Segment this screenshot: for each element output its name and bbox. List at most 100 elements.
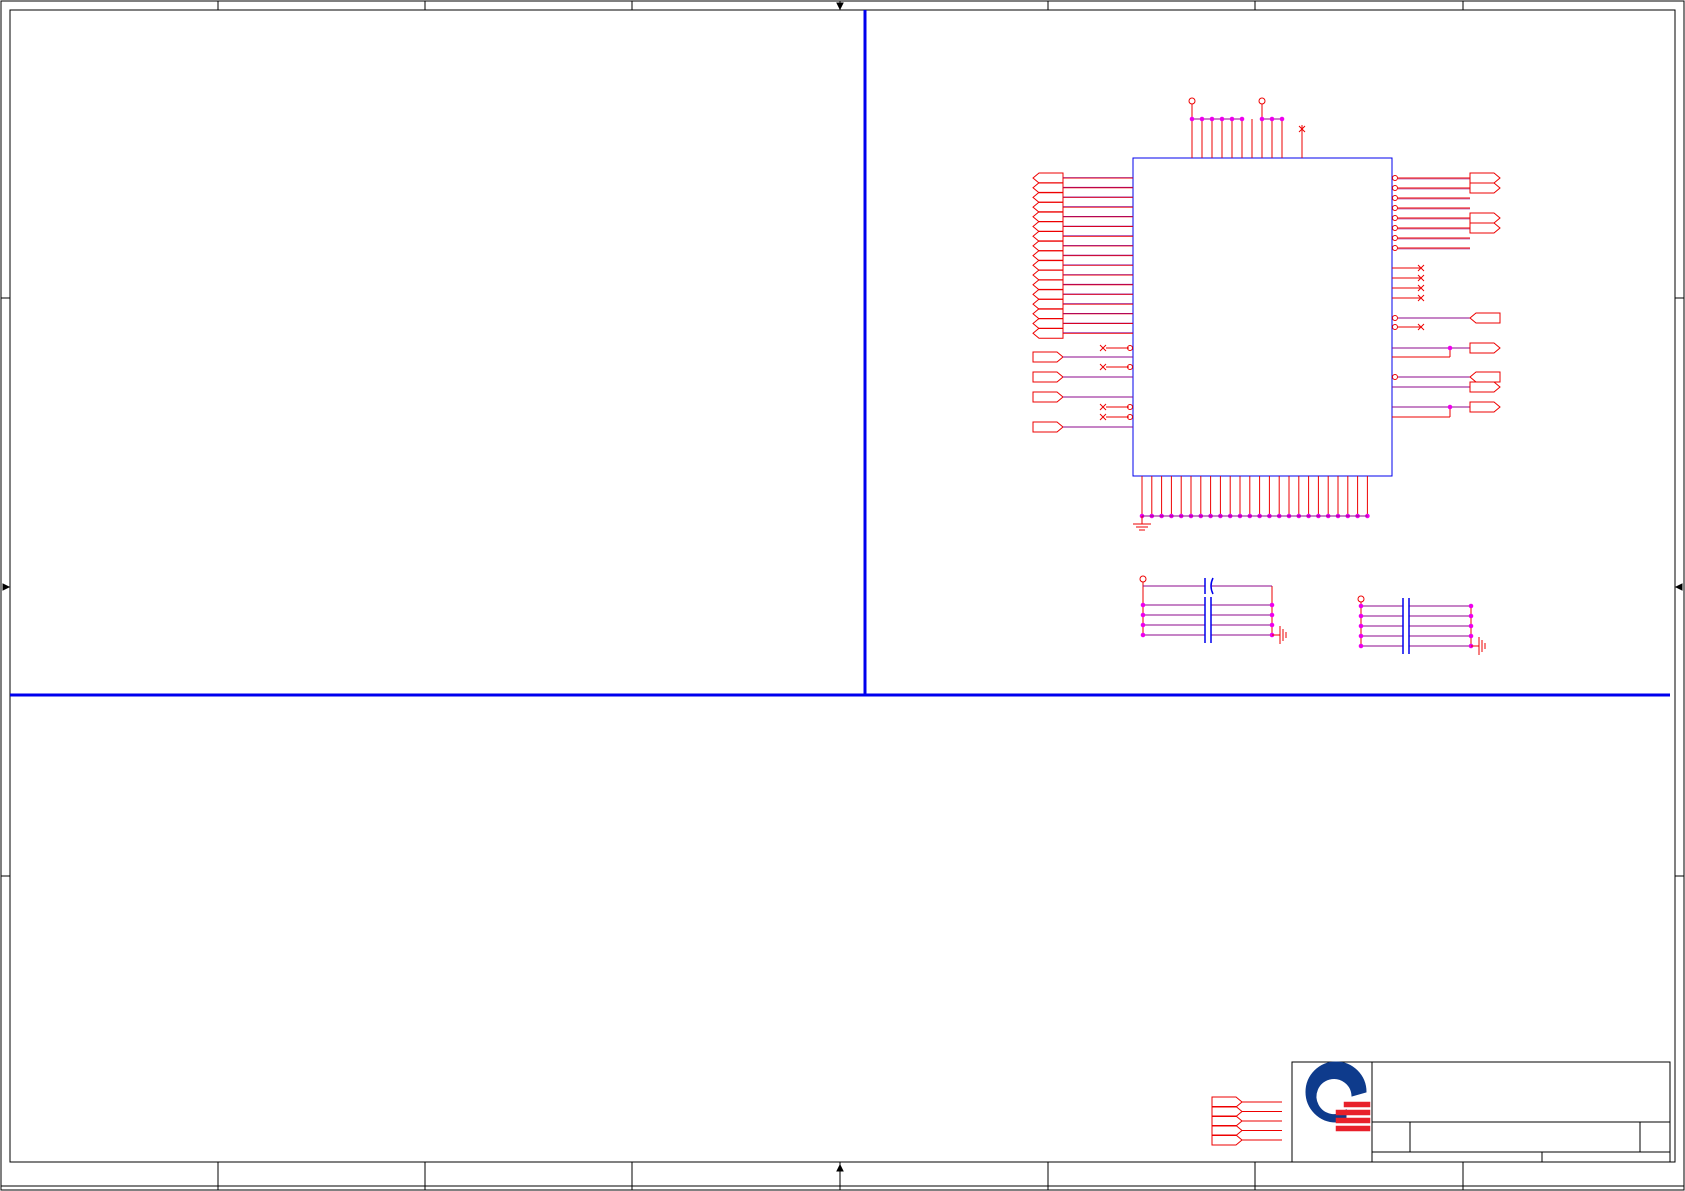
junction-dot xyxy=(1358,623,1364,629)
ic-chip[interactable] xyxy=(1132,157,1393,477)
logo-stripe xyxy=(1335,1109,1371,1116)
junction-dot xyxy=(1468,623,1474,629)
right-port-connector xyxy=(1469,212,1501,224)
logo-stripe xyxy=(1343,1101,1371,1108)
junction-dot xyxy=(1219,116,1225,122)
power-flag-icon xyxy=(1357,595,1365,603)
decoupling-capacitors xyxy=(1139,575,1486,655)
right-port-connector xyxy=(1469,172,1501,184)
power-flag-icon xyxy=(1139,575,1147,583)
inner-border xyxy=(9,9,1676,1163)
inverted-pin-icon xyxy=(1392,185,1398,191)
sheet-frame xyxy=(0,0,1685,1191)
no-connect-icon xyxy=(1099,403,1107,411)
left-port-connector xyxy=(1032,191,1064,203)
no-connect-icon xyxy=(1099,344,1107,352)
junction-dot xyxy=(1279,116,1285,122)
junction-dot xyxy=(1358,633,1364,639)
schematic-sheet xyxy=(0,0,1685,1191)
frame-arrow-left xyxy=(2,583,11,591)
left-port-connector xyxy=(1032,182,1064,194)
frame-arrow-top xyxy=(836,2,844,11)
junction-dot xyxy=(1269,602,1275,608)
junction-dot xyxy=(1468,633,1474,639)
capacitor-bank xyxy=(1139,575,1287,644)
left-port-connector xyxy=(1032,240,1064,252)
junction-dot xyxy=(1447,345,1453,351)
power-flag-icon xyxy=(1258,97,1266,105)
right-port-connector xyxy=(1469,381,1501,393)
title-block-port xyxy=(1211,1106,1243,1117)
junction-dot xyxy=(1447,404,1453,410)
junction-dot xyxy=(1140,622,1146,628)
inverted-pin-icon xyxy=(1392,205,1398,211)
inverted-pin-icon xyxy=(1392,175,1398,181)
left-port-connector xyxy=(1032,288,1064,300)
ground-symbol-icon xyxy=(1133,516,1151,531)
junction-dot xyxy=(1468,603,1474,609)
junction-dot xyxy=(1358,643,1364,649)
right-side-pins xyxy=(1392,172,1501,418)
junction-dot xyxy=(1358,613,1364,619)
inverted-pin-icon xyxy=(1392,235,1398,241)
right-port-connector xyxy=(1469,342,1501,354)
right-port-connector xyxy=(1469,371,1501,383)
right-port-connector xyxy=(1469,182,1501,194)
frame-arrow-right xyxy=(1674,583,1683,591)
power-flag-icon xyxy=(1188,97,1196,105)
junction-dot xyxy=(1468,613,1474,619)
inverted-pin-icon xyxy=(1392,315,1398,321)
title-block-ports xyxy=(1211,1096,1282,1146)
left-input-port xyxy=(1032,371,1064,383)
left-port-connector xyxy=(1032,250,1064,262)
left-port-connector xyxy=(1032,279,1064,291)
junction-dot xyxy=(1229,116,1235,122)
inverted-pin-icon xyxy=(1392,195,1398,201)
left-port-connector xyxy=(1032,230,1064,242)
junction-dot xyxy=(1140,632,1146,638)
section-dividers xyxy=(10,10,1670,697)
title-block-port xyxy=(1211,1096,1243,1108)
frame-arrow-bottom xyxy=(836,1163,844,1172)
junction-dot xyxy=(1269,116,1275,122)
no-connect-icon xyxy=(1099,363,1107,371)
junction-dot xyxy=(1140,602,1146,608)
junction-dot xyxy=(1259,116,1265,122)
inverted-pin-icon xyxy=(1392,215,1398,221)
title-block-port xyxy=(1211,1115,1243,1127)
outer-border xyxy=(0,0,1685,1191)
ground-symbol-icon xyxy=(1471,637,1486,655)
left-port-connector xyxy=(1032,211,1064,223)
right-port-connector xyxy=(1469,401,1501,413)
junction-dot xyxy=(1189,116,1195,122)
left-port-connector xyxy=(1032,327,1064,339)
power-pins-top xyxy=(1188,97,1306,158)
left-port-connectors xyxy=(1032,172,1133,433)
junction-dot xyxy=(1269,612,1275,618)
left-port-connector xyxy=(1032,308,1064,320)
company-logo-icon xyxy=(1305,1061,1371,1132)
junction-dot xyxy=(1358,603,1364,609)
right-port-connector xyxy=(1469,222,1501,234)
junction-dot xyxy=(1269,622,1275,628)
left-port-connector xyxy=(1032,259,1064,271)
right-port-connector xyxy=(1469,312,1501,324)
chip-body xyxy=(1132,157,1393,477)
junction-dot xyxy=(1209,116,1215,122)
left-port-connector xyxy=(1032,221,1064,232)
junction-dot xyxy=(1199,116,1205,122)
left-port-connector xyxy=(1032,298,1064,310)
left-input-port xyxy=(1032,351,1064,363)
logo-stripe xyxy=(1335,1125,1371,1132)
capacitor-bank xyxy=(1357,595,1486,655)
title-block-port xyxy=(1211,1134,1243,1146)
left-input-port xyxy=(1032,421,1064,433)
ground-symbol-icon xyxy=(1272,626,1287,644)
left-port-connector xyxy=(1032,172,1064,184)
title-block-port xyxy=(1211,1125,1243,1136)
ground-pins-bottom xyxy=(1133,476,1370,531)
inverted-pin-icon xyxy=(1392,245,1398,251)
left-port-connector xyxy=(1032,269,1064,281)
junction-dot xyxy=(1140,612,1146,618)
inverted-pin-icon xyxy=(1392,225,1398,231)
